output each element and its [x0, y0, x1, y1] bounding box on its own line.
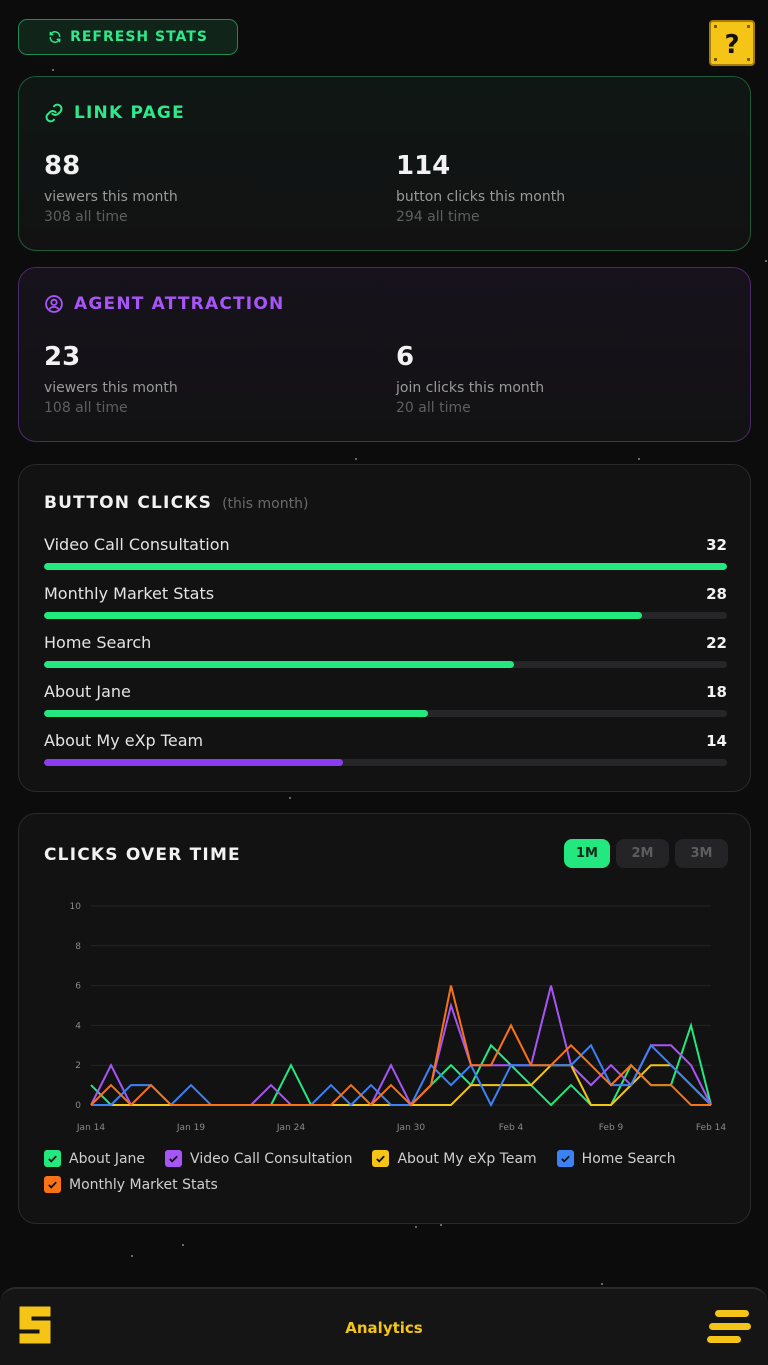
refresh-stats-button[interactable]: REFRESH STATS [18, 19, 238, 55]
y-tick-label: 2 [75, 1061, 81, 1071]
progress-track [44, 661, 727, 668]
stat-value: 114 [396, 151, 451, 181]
stat-all-time: 108 all time [44, 400, 128, 416]
legend-checkbox-icon[interactable] [556, 1150, 574, 1167]
progress-track [44, 710, 727, 717]
x-tick-label: Jan 30 [396, 1123, 425, 1133]
stat-all-time: 308 all time [44, 209, 128, 225]
button-click-count: 28 [706, 585, 727, 603]
x-tick-label: Feb 14 [696, 1123, 727, 1133]
button-click-count: 18 [706, 683, 727, 701]
stat-label: viewers this month [44, 380, 178, 396]
button-click-row: Monthly Market Stats 28 [44, 584, 727, 620]
legend-item[interactable]: Home Search [556, 1150, 676, 1167]
agent-viewers-stat: 23 viewers this month 108 all time [44, 342, 178, 416]
legend-label: About Jane [69, 1150, 146, 1167]
button-click-row: Home Search 22 [44, 633, 727, 669]
link-page-viewers-stat: 88 viewers this month 308 all time [44, 151, 178, 225]
legend-item[interactable]: About Jane [44, 1150, 145, 1167]
button-click-count: 22 [706, 634, 727, 652]
button-clicks-header: BUTTON CLICKS (this month) [44, 493, 308, 513]
stat-label: viewers this month [44, 189, 178, 205]
y-tick-label: 0 [75, 1101, 81, 1111]
legend-label: Home Search [581, 1150, 676, 1167]
progress-fill [44, 612, 642, 619]
progress-track [44, 612, 727, 619]
bottom-nav-bar: Analytics [0, 1287, 768, 1365]
nav-title: Analytics [345, 1319, 423, 1337]
agent-join-clicks-stat: 6 join clicks this month 20 all time [396, 342, 544, 416]
link-page-header: LINK PAGE [44, 103, 185, 123]
progress-fill [44, 563, 727, 570]
button-clicks-card: BUTTON CLICKS (this month) Video Call Co… [18, 464, 751, 792]
button-click-row: Video Call Consultation 32 [44, 535, 727, 571]
agent-attraction-header: AGENT ATTRACTION [44, 294, 284, 314]
clicks-line-chart: 0 2 4 6 8 10 Jan 14 Jan 19 Jan 24 Jan 30 Feb 4 Feb … [70, 902, 727, 1133]
stat-value: 88 [44, 151, 81, 181]
button-click-name: About My eXp Team [44, 731, 204, 750]
legend-item[interactable]: Video Call Consultation [165, 1150, 352, 1167]
legend-checkbox-icon[interactable] [165, 1150, 183, 1167]
question-block-icon: ? [714, 25, 750, 61]
link-page-card: LINK PAGE 88 viewers this month 308 all … [18, 76, 751, 251]
y-tick-label: 6 [75, 982, 81, 992]
agent-attraction-card: AGENT ATTRACTION 23 viewers this month 1… [18, 267, 751, 442]
progress-track [44, 563, 727, 570]
chart-legend: About Jane Video Call Consultation About M… [44, 1150, 734, 1193]
button-click-name: Video Call Consultation [44, 535, 230, 554]
button-click-name: Monthly Market Stats [44, 584, 215, 603]
legend-item[interactable]: Monthly Market Stats [44, 1176, 218, 1193]
user-circle-icon [45, 295, 63, 313]
legend-item[interactable]: About My eXp Team [372, 1150, 537, 1167]
series-line [90, 985, 712, 1107]
x-tick-label: Jan 24 [276, 1123, 305, 1133]
stat-label: join clicks this month [396, 380, 545, 396]
legend-checkbox-icon[interactable] [372, 1150, 390, 1167]
progress-track [44, 759, 727, 766]
refresh-icon [49, 31, 61, 43]
button-clicks-subtitle: (this month) [222, 496, 309, 512]
button-click-name: Home Search [44, 633, 152, 652]
refresh-stats-label: REFRESH STATS [70, 29, 208, 45]
svg-text:?: ? [724, 30, 739, 60]
stat-value: 23 [44, 342, 81, 372]
legend-label: Video Call Consultation [190, 1150, 353, 1167]
y-tick-label: 8 [75, 942, 81, 952]
button-click-row: About Jane 18 [44, 682, 727, 718]
legend-checkbox-icon[interactable] [44, 1176, 61, 1193]
stat-all-time: 294 all time [396, 209, 480, 225]
button-click-count: 14 [706, 732, 727, 750]
legend-checkbox-icon[interactable] [44, 1150, 61, 1167]
clicks-over-time-card: CLICKS OVER TIME 1M 2M 3M 0 2 4 6 8 10 Jan 14 J… [18, 813, 751, 1224]
progress-fill [44, 661, 514, 668]
button-click-count: 32 [706, 536, 727, 554]
y-tick-label: 10 [70, 902, 82, 912]
x-tick-label: Feb 9 [599, 1123, 624, 1133]
link-page-title: LINK PAGE [74, 103, 185, 123]
hamburger-menu-icon[interactable] [707, 1310, 753, 1344]
progress-fill [44, 710, 429, 717]
button-click-row: About My eXp Team 14 [44, 731, 727, 767]
x-tick-label: Jan 19 [176, 1123, 205, 1133]
stat-label: button clicks this month [396, 189, 566, 205]
progress-fill [44, 759, 343, 766]
help-button[interactable]: ? [709, 20, 755, 66]
button-clicks-title: BUTTON CLICKS [44, 493, 213, 513]
link-icon [45, 103, 63, 123]
stat-all-time: 20 all time [396, 400, 471, 416]
button-click-name: About Jane [44, 682, 131, 701]
agent-attraction-title: AGENT ATTRACTION [74, 294, 285, 314]
legend-label: Monthly Market Stats [69, 1176, 218, 1193]
x-tick-label: Jan 14 [76, 1123, 105, 1133]
legend-label: About My eXp Team [397, 1150, 537, 1167]
stat-value: 6 [396, 342, 415, 372]
y-tick-label: 4 [75, 1021, 81, 1031]
x-tick-label: Feb 4 [499, 1123, 524, 1133]
link-page-clicks-stat: 114 button clicks this month 294 all tim… [396, 151, 565, 225]
